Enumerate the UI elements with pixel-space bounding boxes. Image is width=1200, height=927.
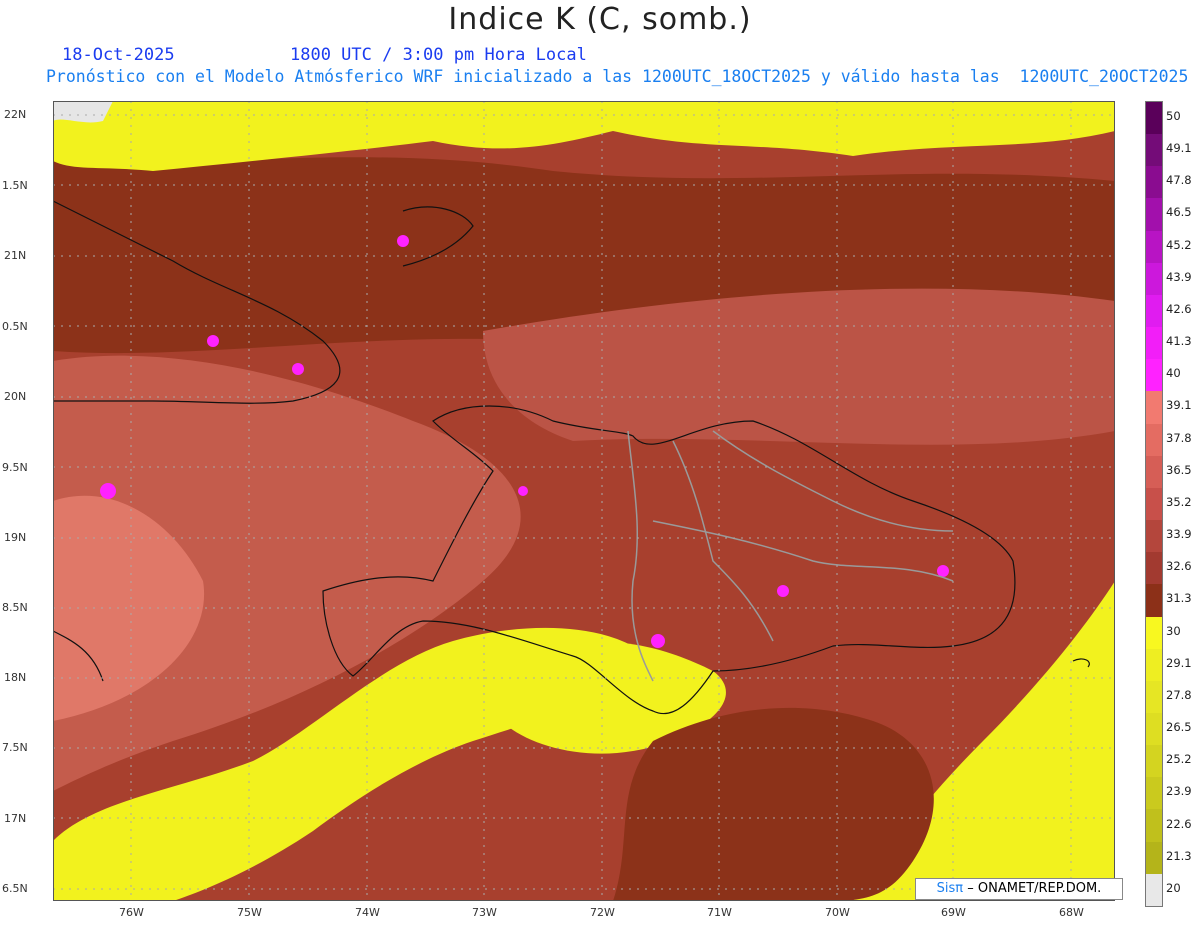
lat-label: 18N xyxy=(4,671,27,684)
colorbar xyxy=(1145,101,1163,907)
colorbar-swatch xyxy=(1146,777,1162,810)
colorbar-label: 45.2 xyxy=(1166,237,1192,252)
lat-label: 6.5N xyxy=(2,882,28,895)
lon-label: 75W xyxy=(237,906,262,919)
colorbar-label: 22.6 xyxy=(1166,816,1192,831)
k-index-map xyxy=(53,101,1115,901)
colorbar-label: 40 xyxy=(1166,366,1181,381)
colorbar-swatch xyxy=(1146,680,1162,713)
lat-label: 19N xyxy=(4,531,27,544)
colorbar-swatch xyxy=(1146,552,1162,585)
lat-label: 1.5N xyxy=(2,179,28,192)
magenta-blob xyxy=(518,486,528,496)
magenta-blob xyxy=(292,363,304,375)
colorbar-swatch xyxy=(1146,520,1162,553)
colorbar-label: 31.3 xyxy=(1166,591,1192,606)
colorbar-swatch xyxy=(1146,616,1162,649)
colorbar-swatch xyxy=(1146,455,1162,488)
colorbar-swatch xyxy=(1146,873,1162,906)
magenta-blob xyxy=(651,634,665,648)
colorbar-swatch xyxy=(1146,487,1162,521)
lon-label: 70W xyxy=(825,906,850,919)
colorbar-swatch xyxy=(1146,423,1162,456)
colorbar-label: 50 xyxy=(1166,109,1181,123)
lon-label: 68W xyxy=(1059,906,1084,919)
magenta-blob xyxy=(397,235,409,247)
forecast-date: 18-Oct-2025 xyxy=(62,45,175,65)
colorbar-swatch xyxy=(1146,712,1162,746)
lat-label: 7.5N xyxy=(2,741,28,754)
lat-label: 9.5N xyxy=(2,461,28,474)
colorbar-swatch xyxy=(1146,745,1162,778)
lat-label: 0.5N xyxy=(2,320,28,333)
magenta-blob xyxy=(207,335,219,347)
colorbar-swatch xyxy=(1146,809,1162,842)
lat-label: 20N xyxy=(4,390,27,403)
colorbar-swatch xyxy=(1146,294,1162,328)
lat-label: 8.5N xyxy=(2,601,28,614)
colorbar-swatch xyxy=(1146,198,1162,231)
colorbar-swatch xyxy=(1146,648,1162,681)
lat-label: 22N xyxy=(4,108,27,121)
map-title: Indice K (C, somb.) xyxy=(448,2,752,37)
colorbar-label: 25.2 xyxy=(1166,752,1192,767)
sis-logo-text: Sisπ xyxy=(936,881,964,896)
map-panel xyxy=(53,101,1115,901)
magenta-blob xyxy=(100,483,116,499)
colorbar-label: 21.3 xyxy=(1166,848,1192,863)
colorbar-label: 32.6 xyxy=(1166,559,1192,574)
colorbar-swatch xyxy=(1146,841,1162,874)
colorbar-label: 43.9 xyxy=(1166,269,1192,284)
colorbar-label: 20 xyxy=(1166,880,1181,895)
lat-label: 17N xyxy=(4,812,27,825)
lon-label: 76W xyxy=(119,906,144,919)
colorbar-swatch xyxy=(1146,359,1162,392)
lon-label: 69W xyxy=(941,906,966,919)
credit-text: – ONAMET/REP.DOM. xyxy=(967,881,1102,896)
credit-box: Sisπ – ONAMET/REP.DOM. xyxy=(915,878,1123,900)
colorbar-label: 39.1 xyxy=(1166,398,1192,413)
lon-label: 74W xyxy=(355,906,380,919)
colorbar-label: 42.6 xyxy=(1166,301,1192,316)
forecast-description: Pronóstico con el Modelo Atmósferico WRF… xyxy=(46,67,1189,86)
colorbar-label: 27.8 xyxy=(1166,687,1192,702)
colorbar-label: 47.8 xyxy=(1166,173,1192,188)
colorbar-label: 23.9 xyxy=(1166,784,1192,799)
lon-label: 73W xyxy=(472,906,497,919)
lon-label: 72W xyxy=(590,906,615,919)
colorbar-swatch xyxy=(1146,262,1162,295)
colorbar-label: 37.8 xyxy=(1166,430,1192,445)
colorbar-label: 29.1 xyxy=(1166,655,1192,670)
colorbar-label: 33.9 xyxy=(1166,527,1192,542)
colorbar-swatch xyxy=(1146,391,1162,424)
colorbar-label: 35.2 xyxy=(1166,494,1192,509)
colorbar-label: 46.5 xyxy=(1166,205,1192,220)
lat-label: 21N xyxy=(4,249,27,262)
lon-label: 71W xyxy=(707,906,732,919)
colorbar-label: 30 xyxy=(1166,623,1181,638)
colorbar-swatch xyxy=(1146,230,1162,263)
colorbar-swatch xyxy=(1146,166,1162,199)
colorbar-swatch xyxy=(1146,102,1162,135)
magenta-blob xyxy=(937,565,949,577)
forecast-time: 1800 UTC / 3:00 pm Hora Local xyxy=(290,45,587,65)
colorbar-label: 36.5 xyxy=(1166,462,1192,477)
magenta-blob xyxy=(777,585,789,597)
colorbar-label: 49.1 xyxy=(1166,141,1192,156)
colorbar-label: 26.5 xyxy=(1166,720,1192,735)
colorbar-swatch xyxy=(1146,134,1162,167)
colorbar-swatch xyxy=(1146,327,1162,360)
colorbar-label: 41.3 xyxy=(1166,334,1192,349)
colorbar-swatch xyxy=(1146,584,1162,617)
